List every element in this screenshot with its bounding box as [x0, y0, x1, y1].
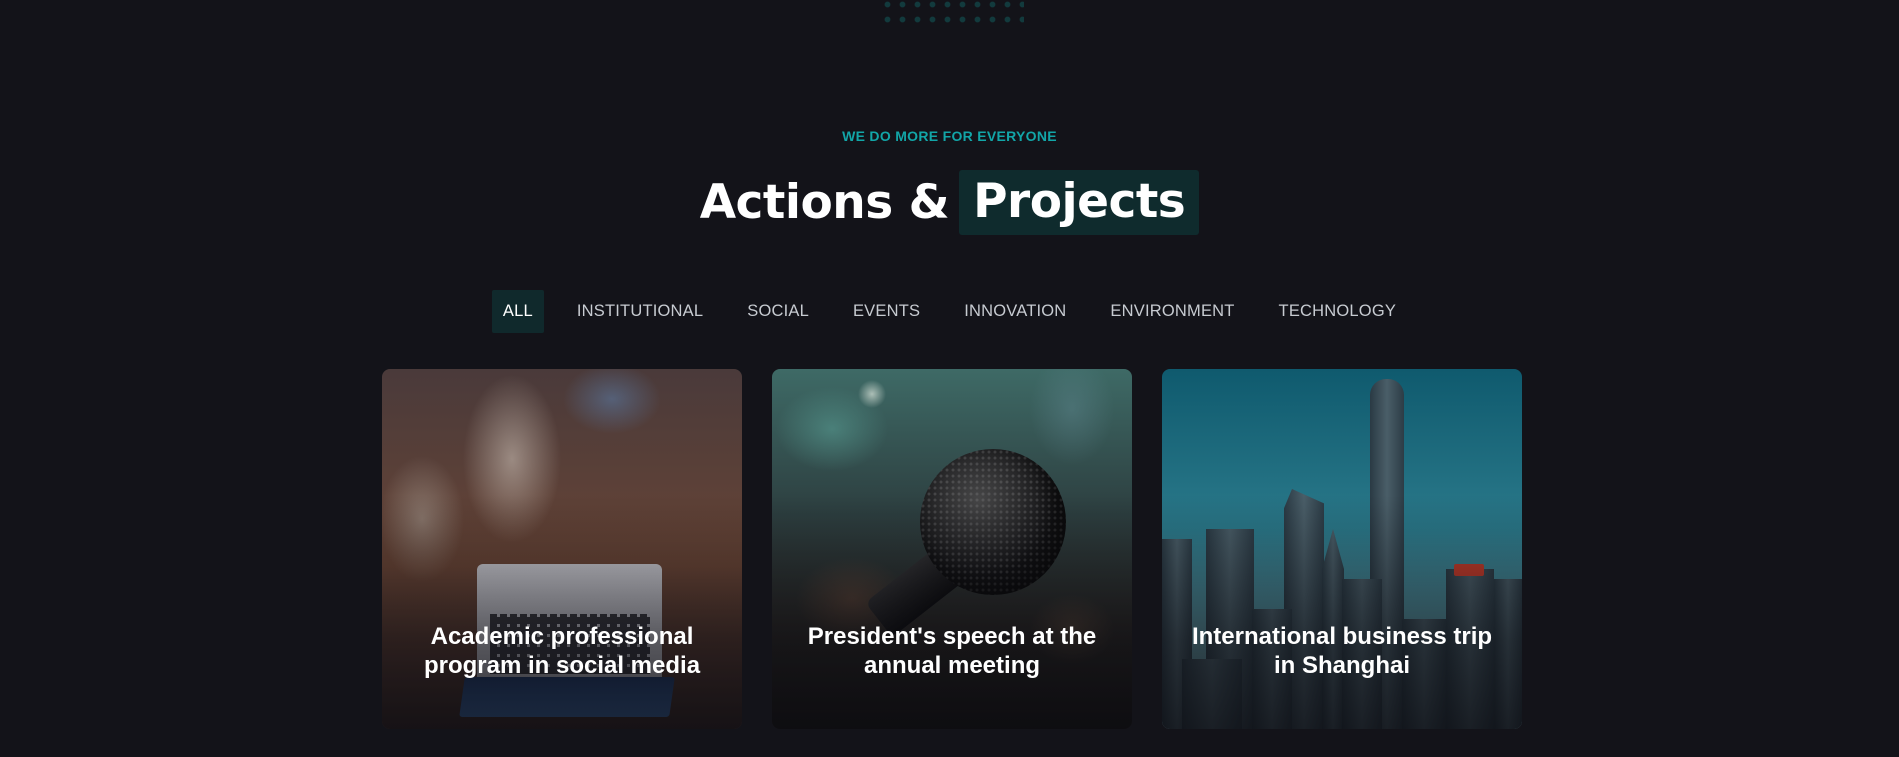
- heading-text: Actions &: [699, 175, 950, 230]
- project-grid: Academic professional program in social …: [382, 369, 1522, 729]
- project-card-academic[interactable]: Academic professional program in social …: [382, 369, 742, 729]
- filter-social[interactable]: SOCIAL: [736, 290, 820, 333]
- project-card-speech[interactable]: President's speech at the annual meeting: [772, 369, 1132, 729]
- section-eyebrow: WE DO MORE FOR EVERYONE: [842, 128, 1057, 144]
- heading-highlight: Projects: [959, 170, 1200, 235]
- filter-institutional[interactable]: INSTITUTIONAL: [566, 290, 714, 333]
- projects-page: WE DO MORE FOR EVERYONE Actions & Projec…: [0, 0, 1899, 757]
- card-title: President's speech at the annual meeting: [807, 623, 1097, 679]
- filter-innovation[interactable]: INNOVATION: [953, 290, 1077, 333]
- filter-tabs: ALL INSTITUTIONAL SOCIAL EVENTS INNOVATI…: [0, 290, 1899, 333]
- filter-events[interactable]: EVENTS: [842, 290, 931, 333]
- section-heading: Actions & Projects: [0, 170, 1899, 235]
- decorative-dot-grid: [880, 0, 1024, 26]
- filter-all[interactable]: ALL: [491, 290, 544, 333]
- card-title: International business trip in Shanghai: [1191, 623, 1493, 679]
- project-card-shanghai[interactable]: International business trip in Shanghai: [1162, 369, 1522, 729]
- card-title: Academic professional program in social …: [423, 623, 701, 679]
- filter-environment[interactable]: ENVIRONMENT: [1099, 290, 1245, 333]
- filter-technology[interactable]: TECHNOLOGY: [1268, 290, 1408, 333]
